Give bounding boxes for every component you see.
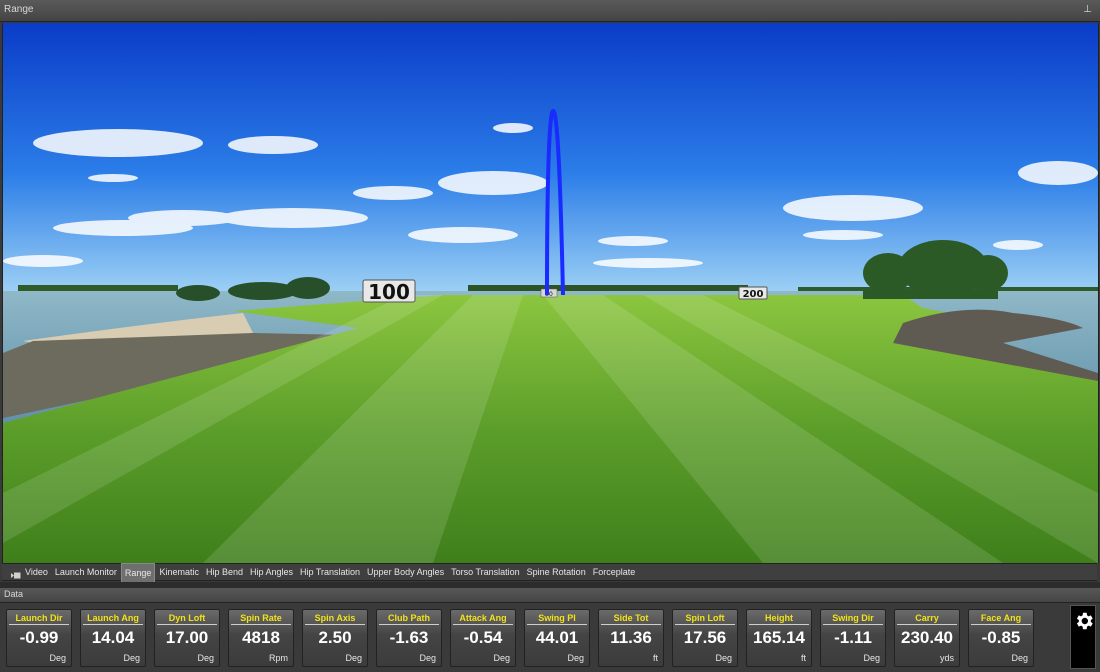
tab-hip-bend[interactable]: Hip Bend — [203, 563, 246, 581]
tab-label: Video — [25, 567, 48, 577]
range-viewport[interactable]: 100 200 50 — [2, 23, 1099, 563]
tab-label: Range — [124, 567, 152, 578]
metric-face-ang: Face Ang -0.85 Deg — [968, 609, 1034, 667]
range-scene: 100 200 50 — [3, 23, 1098, 563]
tab-kinematic[interactable]: Kinematic — [156, 563, 202, 581]
metric-label: Attack Ang — [453, 612, 513, 625]
metric-spin-axis: Spin Axis 2.50 Deg — [302, 609, 368, 667]
metric-value: 17.00 — [165, 628, 209, 647]
metric-label: Dyn Loft — [157, 612, 217, 625]
metric-unit: Deg — [493, 653, 510, 663]
metric-dyn-loft: Dyn Loft 17.00 Deg — [154, 609, 220, 667]
svg-text:100: 100 — [368, 280, 410, 304]
metric-label: Swing Dir — [823, 612, 883, 625]
tab-label: Launch Monitor — [54, 567, 117, 577]
metric-value: 230.40 — [901, 628, 953, 647]
metric-label: Launch Dir — [9, 612, 69, 625]
marker-200: 200 — [738, 286, 768, 300]
metric-value: 4818 — [242, 628, 280, 647]
tab-range[interactable]: Range — [120, 562, 156, 582]
metric-attack-ang: Attack Ang -0.54 Deg — [450, 609, 516, 667]
metric-value: -0.85 — [981, 628, 1021, 647]
metric-swing-dir: Swing Dir -1.11 Deg — [820, 609, 886, 667]
settings-button[interactable] — [1070, 605, 1096, 669]
metric-unit: Deg — [49, 653, 66, 663]
metric-value: -0.54 — [463, 628, 503, 647]
metric-value: 2.50 — [318, 628, 352, 647]
tab-launch-monitor[interactable]: Launch Monitor — [52, 563, 120, 581]
metric-label: Carry — [897, 612, 957, 625]
metric-unit: yds — [939, 653, 954, 663]
metric-swing-pl: Swing Pl 44.01 Deg — [524, 609, 590, 667]
metric-label: Spin Rate — [231, 612, 291, 625]
metric-value: 17.56 — [683, 628, 727, 647]
tab-label: Kinematic — [159, 567, 199, 577]
metric-label: Height — [749, 612, 809, 625]
metric-unit: Deg — [1011, 653, 1028, 663]
tab-label: Hip Angles — [249, 567, 294, 577]
metric-unit: Deg — [567, 653, 584, 663]
metric-value: -1.11 — [834, 628, 872, 647]
metric-label: Face Ang — [971, 612, 1031, 625]
tab-torso-translation[interactable]: Torso Translation — [448, 563, 523, 581]
metric-value: -0.99 — [19, 628, 59, 647]
tab-spine-rotation[interactable]: Spine Rotation — [524, 563, 589, 581]
tab-label: Torso Translation — [451, 567, 520, 577]
svg-text:200: 200 — [743, 289, 764, 300]
video-icon — [11, 569, 21, 578]
metric-unit: Rpm — [268, 653, 288, 663]
metric-unit: Deg — [863, 653, 880, 663]
tab-hip-translation[interactable]: Hip Translation — [297, 563, 363, 581]
metric-label: Side Tot — [601, 612, 661, 625]
metric-label: Launch Ang — [83, 612, 143, 625]
metric-unit: Deg — [715, 653, 732, 663]
metric-side-tot: Side Tot 11.36 ft — [598, 609, 664, 667]
metric-value: 14.04 — [91, 628, 135, 647]
gear-icon — [1076, 612, 1093, 630]
metric-label: Spin Axis — [305, 612, 365, 625]
tab-label: Spine Rotation — [526, 567, 586, 577]
metric-launch-dir: Launch Dir -0.99 Deg — [6, 609, 72, 667]
range-panel-header: Range ⊥ — [0, 0, 1100, 22]
metric-value: 11.36 — [610, 628, 652, 647]
metric-carry: Carry 230.40 yds — [894, 609, 960, 667]
marker-100: 100 — [362, 279, 416, 304]
tab-label: Hip Translation — [300, 567, 361, 577]
metric-label: Spin Loft — [675, 612, 735, 625]
data-panel-title: Data — [4, 589, 24, 599]
metric-unit: Deg — [345, 653, 362, 663]
pin-icon[interactable]: ⊥ — [1083, 4, 1092, 15]
tab-label: Upper Body Angles — [367, 567, 445, 577]
metric-height: Height 165.14 ft — [746, 609, 812, 667]
metric-unit: Deg — [419, 653, 436, 663]
metric-unit: ft — [652, 653, 658, 663]
tab-upper-body-angles[interactable]: Upper Body Angles — [364, 563, 447, 581]
tab-video[interactable]: Video — [8, 563, 51, 581]
metric-value: 165.14 — [753, 628, 805, 647]
metric-unit: Deg — [197, 653, 214, 663]
metric-spin-rate: Spin Rate 4818 Rpm — [228, 609, 294, 667]
panel-title: Range — [4, 4, 34, 15]
tab-forceplate[interactable]: Forceplate — [590, 563, 639, 581]
tab-label: Hip Bend — [205, 567, 243, 577]
metric-launch-ang: Launch Ang 14.04 Deg — [80, 609, 146, 667]
metric-label: Club Path — [379, 612, 439, 625]
data-panel: Launch Dir -0.99 Deg Launch Ang 14.04 De… — [0, 603, 1100, 672]
data-panel-header: Data — [0, 588, 1100, 603]
tab-label: Forceplate — [592, 567, 636, 577]
metric-value: -1.63 — [389, 628, 429, 647]
metric-club-path: Club Path -1.63 Deg — [376, 609, 442, 667]
metric-spin-loft: Spin Loft 17.56 Deg — [672, 609, 738, 667]
tab-hip-angles[interactable]: Hip Angles — [247, 563, 296, 581]
metric-value: 44.01 — [535, 628, 579, 647]
metric-label: Swing Pl — [527, 612, 587, 625]
metric-unit: Deg — [123, 653, 140, 663]
metric-unit: ft — [800, 653, 806, 663]
view-tabbar: Video Launch Monitor Range Kinematic Hip… — [2, 562, 1097, 582]
